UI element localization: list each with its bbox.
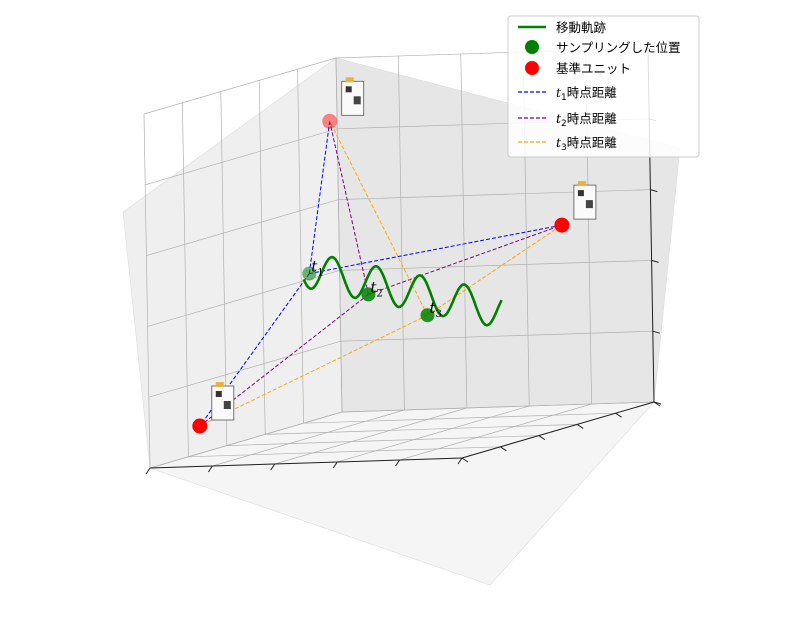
legend-label-sampling: サンプリングした位置 <box>556 40 681 55</box>
x-axis-tick <box>145 467 151 475</box>
device-chip <box>345 86 352 93</box>
device-chip <box>223 401 231 409</box>
device-chip <box>215 391 222 397</box>
reference-unit-marker <box>554 217 570 233</box>
sampling-point-label-sub: 3 <box>436 309 442 320</box>
figure: t1t2t3 移動軌跡 サンプリングした位置 基準ユニット t1時点距離 t2時… <box>122 15 700 586</box>
legend-label-trajectory: 移動軌跡 <box>556 20 607 35</box>
legend-swatch-reference <box>525 61 539 75</box>
device-antenna <box>345 77 354 83</box>
sampling-point-label-sub: 2 <box>376 288 382 299</box>
device-antenna <box>215 382 224 387</box>
device-chip <box>577 190 584 197</box>
device-chip <box>585 200 593 209</box>
reference-unit-marker <box>322 113 338 129</box>
legend-swatch-sampling <box>525 40 539 54</box>
legend-label-reference: 基準ユニット <box>556 61 631 76</box>
legend: 移動軌跡 サンプリングした位置 基準ユニット t1時点距離 t2時点距離 t3時… <box>507 15 700 158</box>
sampling-point-label-sub: 1 <box>317 268 323 279</box>
device-antenna <box>577 181 586 187</box>
device-chip <box>353 96 361 105</box>
reference-unit-marker <box>192 418 208 434</box>
